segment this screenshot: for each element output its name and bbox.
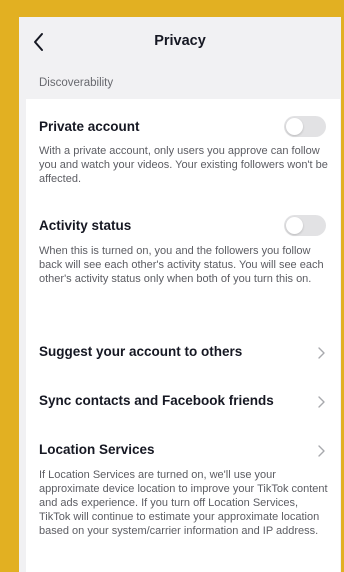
privacy-screen: Privacy Discoverability Private account … xyxy=(19,17,341,572)
sync-contacts-row[interactable]: Sync contacts and Facebook friends xyxy=(26,384,340,420)
private-account-toggle[interactable] xyxy=(284,116,326,137)
settings-card: Private account With a private account, … xyxy=(26,99,340,572)
toggle-knob xyxy=(286,217,303,234)
section-label-discoverability: Discoverability xyxy=(39,77,114,89)
private-account-label: Private account xyxy=(39,119,140,134)
activity-status-label: Activity status xyxy=(39,218,132,233)
page-title: Privacy xyxy=(154,33,206,49)
location-services-row[interactable]: Location Services xyxy=(26,433,340,469)
suggest-account-label: Suggest your account to others xyxy=(39,344,243,359)
location-services-description: If Location Services are turned on, we'l… xyxy=(39,469,328,537)
suggest-account-row[interactable]: Suggest your account to others xyxy=(26,335,340,371)
sync-contacts-label: Sync contacts and Facebook friends xyxy=(39,393,274,408)
activity-status-toggle[interactable] xyxy=(284,215,326,236)
header-bar: Privacy xyxy=(19,17,341,69)
chevron-right-icon xyxy=(318,445,325,457)
activity-status-description: When this is turned on, you and the foll… xyxy=(39,245,324,285)
private-account-description: With a private account, only users you a… xyxy=(39,145,328,185)
location-services-label: Location Services xyxy=(39,442,155,457)
toggle-knob xyxy=(286,118,303,135)
chevron-right-icon xyxy=(318,396,325,408)
chevron-right-icon xyxy=(318,347,325,359)
